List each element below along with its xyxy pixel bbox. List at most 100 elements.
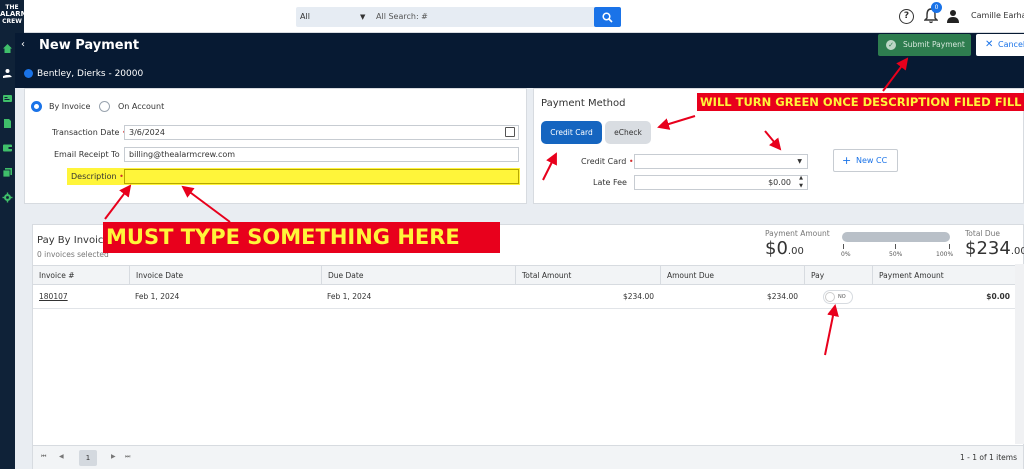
- progress-label-0: 0%: [841, 251, 851, 258]
- cancel-button[interactable]: ✕ Cancel: [976, 34, 1024, 56]
- page-title: New Payment: [39, 38, 140, 53]
- left-nav-rail: [0, 33, 15, 469]
- transaction-date-field[interactable]: 3/6/2024: [124, 125, 519, 140]
- payment-method-title: Payment Method: [541, 98, 626, 109]
- document-icon[interactable]: [2, 118, 13, 129]
- help-icon[interactable]: ?: [899, 9, 914, 24]
- stepper-icon[interactable]: ▲ ▼: [799, 174, 803, 190]
- current-page[interactable]: 1: [79, 450, 97, 466]
- transaction-date-label: Transaction Date •: [52, 128, 127, 137]
- table-row: 180107 Feb 1, 2024 Feb 1, 2024 $234.00 $…: [33, 285, 1023, 309]
- annotation-type-note: MUST TYPE SOMETHING HERE: [103, 222, 500, 253]
- col-due-date[interactable]: Due Date: [321, 266, 515, 285]
- progress-tick: [949, 244, 950, 249]
- payment-amount-cell[interactable]: $0.00: [872, 285, 1016, 308]
- invoice-link[interactable]: 180107: [33, 285, 129, 308]
- cancel-label: Cancel: [998, 40, 1024, 49]
- search-input[interactable]: All Search: #: [376, 7, 586, 27]
- new-cc-button[interactable]: + New CC: [833, 149, 898, 172]
- submit-payment-button[interactable]: ✓ Submit Payment: [878, 34, 971, 56]
- calendar-icon[interactable]: [505, 127, 515, 137]
- tab-credit-card[interactable]: Credit Card: [541, 121, 602, 144]
- logo-line-3: CREW: [2, 18, 22, 25]
- check-circle-icon: ✓: [886, 40, 896, 50]
- top-bar: THE ALARM CREW All ▼ All Search: # ? 0 C…: [0, 0, 1024, 33]
- radio-by-invoice[interactable]: [31, 101, 42, 112]
- late-fee-input[interactable]: $0.00 ▲ ▼: [634, 175, 808, 190]
- next-page-icon[interactable]: ▶: [111, 453, 116, 460]
- pay-by-invoice-title: Pay By Invoic: [37, 235, 104, 246]
- back-chevron-icon[interactable]: ‹: [21, 39, 25, 50]
- progress-tick: [843, 244, 844, 249]
- gear-icon[interactable]: [2, 192, 13, 203]
- search-icon: [602, 12, 613, 23]
- late-fee-label: Late Fee: [593, 178, 627, 187]
- radio-on-account-label: On Account: [118, 102, 165, 111]
- due-date-cell: Feb 1, 2024: [327, 292, 372, 301]
- submit-label: Submit Payment: [903, 40, 965, 49]
- invoice-date-cell: Feb 1, 2024: [135, 292, 180, 301]
- table-scrollbar[interactable]: [1015, 264, 1024, 444]
- payment-hand-icon[interactable]: [2, 68, 13, 79]
- description-label: Description •: [71, 172, 124, 181]
- search-scope-value: All: [300, 12, 310, 21]
- radio-on-account[interactable]: [99, 101, 110, 112]
- col-invoice-date[interactable]: Invoice Date: [129, 266, 321, 285]
- logo-line-2: ALARM: [0, 10, 28, 18]
- customer-name[interactable]: Bentley, Dierks - 20000: [37, 69, 143, 79]
- invoices-selected-count: 0 invoices selected: [37, 250, 109, 259]
- col-invoice-number[interactable]: Invoice #: [33, 266, 129, 285]
- late-fee-value: $0.00: [768, 178, 791, 187]
- total-amount-cell: $234.00: [622, 292, 654, 301]
- prev-page-icon[interactable]: ◀: [59, 453, 64, 460]
- pagination-info: 1 - 1 of 1 items: [959, 453, 1017, 462]
- global-search: All ▼ All Search: #: [296, 7, 621, 27]
- col-amount-due[interactable]: Amount Due: [660, 266, 804, 285]
- email-receipt-label: Email Receipt To: [54, 150, 120, 159]
- pagination: ⏮ ◀ 1 ▶ ⏭ 1 - 1 of 1 items: [33, 445, 1023, 469]
- caret-down-icon: ▼: [360, 13, 366, 21]
- amount-due-cell: $234.00: [766, 292, 798, 301]
- user-name[interactable]: Camille Earhar: [971, 11, 1024, 20]
- search-button[interactable]: [594, 7, 621, 27]
- wallet-icon[interactable]: [2, 142, 13, 153]
- id-card-icon[interactable]: [2, 93, 13, 104]
- credit-card-select[interactable]: ▼: [634, 154, 808, 169]
- transaction-date-value: 3/6/2024: [129, 128, 165, 137]
- home-icon[interactable]: [2, 43, 13, 54]
- new-cc-label: New CC: [856, 156, 888, 165]
- close-icon: ✕: [985, 39, 994, 50]
- total-due-label: Total Due: [965, 229, 1001, 238]
- payment-amount-label: Payment Amount: [765, 229, 830, 238]
- plus-icon: +: [842, 154, 852, 167]
- company-logo[interactable]: THE ALARM CREW: [0, 0, 28, 33]
- invoices-panel: Pay By Invoic 0 invoices selected Paymen…: [32, 224, 1024, 469]
- progress-label-100: 100%: [936, 251, 954, 258]
- annotation-green-note: WILL TURN GREEN ONCE DESCRIPTION FILED F…: [697, 93, 1024, 111]
- last-page-icon[interactable]: ⏭: [125, 453, 130, 461]
- pay-toggle[interactable]: NO: [823, 290, 853, 304]
- email-receipt-field[interactable]: billing@thealarmcrew.com: [124, 147, 519, 162]
- tab-echeck[interactable]: eCheck: [605, 121, 651, 144]
- col-total-amount[interactable]: Total Amount: [515, 266, 660, 285]
- radio-by-invoice-label: By Invoice: [49, 102, 91, 111]
- progress-label-50: 50%: [889, 251, 903, 258]
- toggle-state: NO: [838, 294, 846, 300]
- payment-details-panel: By Invoice On Account Transaction Date •…: [24, 88, 527, 204]
- user-icon[interactable]: [946, 9, 960, 23]
- total-due-value: $234.00: [965, 238, 1024, 259]
- description-field[interactable]: [124, 169, 519, 184]
- copy-icon[interactable]: [2, 167, 13, 178]
- col-payment-amount[interactable]: Payment Amount: [872, 266, 1016, 285]
- toggle-knob: [825, 292, 835, 302]
- caret-down-icon: ▼: [797, 158, 802, 165]
- customer-icon: [24, 69, 33, 78]
- invoice-table-header: Invoice # Invoice Date Due Date Total Am…: [33, 265, 1023, 285]
- payment-progress-bar: [842, 232, 950, 242]
- credit-card-label: Credit Card •: [581, 157, 634, 166]
- page-header: ‹ New Payment Bentley, Dierks - 20000 ✓ …: [15, 33, 1024, 88]
- payment-amount-value: $0.00: [765, 238, 804, 259]
- first-page-icon[interactable]: ⏮: [41, 453, 46, 461]
- notification-badge: 0: [931, 2, 942, 13]
- col-pay[interactable]: Pay: [804, 266, 872, 285]
